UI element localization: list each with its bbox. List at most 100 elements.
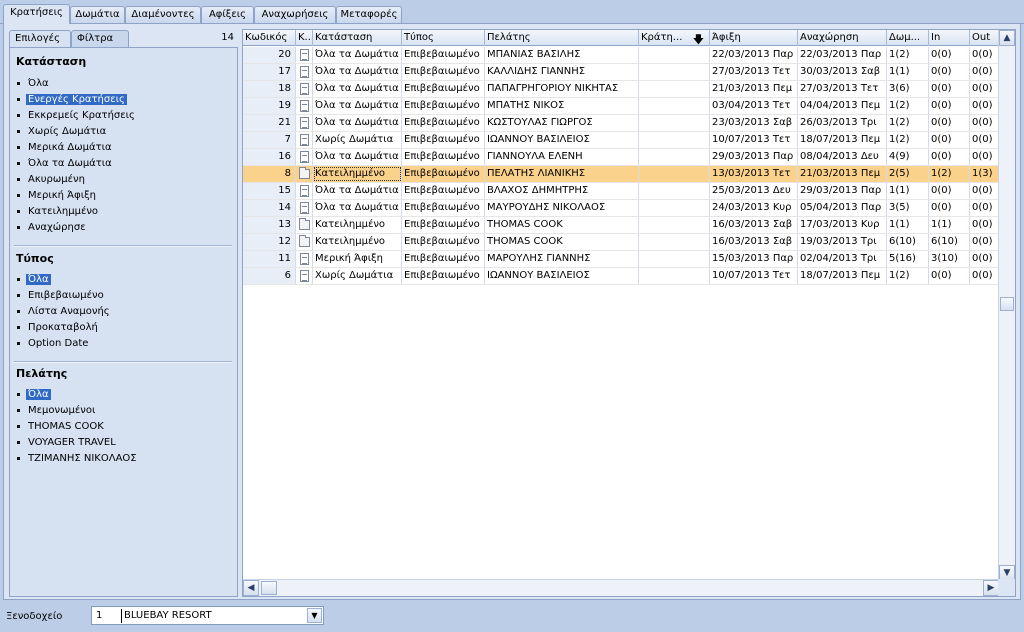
cell-booked[interactable]: [639, 64, 710, 80]
cell-customer[interactable]: ΜΠΑΤΗΣ ΝΙΚΟΣ: [485, 98, 639, 114]
cell-icon[interactable]: [296, 132, 313, 148]
table-row[interactable]: 6 Χωρίς Δωμάτια Επιβεβαιωμένο ΙΩΑΝΝΟΥ ΒΑΣΙΛ…: [243, 268, 999, 285]
table-row[interactable]: 20 Όλα τα Δωμάτια Επιβεβαιωμένο ΜΠΑΝΙΑΣ ΒΑΣ…: [243, 47, 999, 64]
cell-rooms[interactable]: 1(2): [887, 98, 929, 114]
cell-departure[interactable]: 08/04/2013 Δευ: [798, 149, 887, 165]
table-row[interactable]: 16 Όλα τα Δωμάτια Επιβεβαιωμένο ΓΙΑΝΝΟΥΛΑ Ε…: [243, 149, 999, 166]
cell-type[interactable]: Επιβεβαιωμένο: [402, 217, 485, 233]
tab-options[interactable]: Επιλογές: [9, 30, 71, 47]
cell-arrival[interactable]: 21/03/2013 Πεμ: [710, 81, 798, 97]
cell-code[interactable]: 8: [243, 166, 296, 182]
table-row[interactable]: 13 Κατειλημμένο Επιβεβαιωμένο THOMAS COOK 16…: [243, 217, 999, 234]
column-header-code[interactable]: Κωδικός: [243, 30, 296, 46]
customer-option-tzimanis[interactable]: ΤΖΙΜΑΝΗΣ ΝΙΚΟΛΑΟΣ: [16, 451, 139, 465]
cell-rooms[interactable]: 1(1): [887, 64, 929, 80]
status-option-departed[interactable]: Αναχώρησε: [16, 220, 88, 234]
cell-icon[interactable]: [296, 217, 313, 233]
column-header-booked[interactable]: Κράτη... 🡇: [639, 30, 710, 46]
table-row[interactable]: 11 Μερική Άφιξη Επιβεβαιωμένο ΜΑΡΟΥΛΗΣ ΓΙΑΝ…: [243, 251, 999, 268]
chevron-down-icon[interactable]: ▼: [307, 608, 322, 623]
cell-status[interactable]: Όλα τα Δωμάτια: [313, 115, 402, 131]
cell-status[interactable]: Κατειλημμένο: [313, 217, 402, 233]
table-row[interactable]: 19 Όλα τα Δωμάτια Επιβεβαιωμένο ΜΠΑΤΗΣ ΝΙΚΟ…: [243, 98, 999, 115]
tab-rooms[interactable]: Δωμάτια: [70, 6, 125, 23]
column-header-status[interactable]: Κατάσταση: [313, 30, 402, 46]
cell-out[interactable]: 0(0): [970, 217, 999, 233]
cell-rooms[interactable]: 1(2): [887, 47, 929, 63]
cell-out[interactable]: 0(0): [970, 251, 999, 267]
cell-icon[interactable]: [296, 149, 313, 165]
cell-code[interactable]: 19: [243, 98, 296, 114]
cell-status[interactable]: Χωρίς Δωμάτια: [313, 268, 402, 284]
cell-out[interactable]: 0(0): [970, 183, 999, 199]
cell-arrival[interactable]: 27/03/2013 Τετ: [710, 64, 798, 80]
cell-arrival[interactable]: 16/03/2013 Σαβ: [710, 217, 798, 233]
cell-type[interactable]: Επιβεβαιωμένο: [402, 115, 485, 131]
table-row[interactable]: 21 Όλα τα Δωμάτια Επιβεβαιωμένο ΚΩΣΤΟΥΛΑΣ Γ…: [243, 115, 999, 132]
cell-departure[interactable]: 18/07/2013 Πεμ: [798, 132, 887, 148]
cell-type[interactable]: Επιβεβαιωμένο: [402, 81, 485, 97]
cell-customer[interactable]: ΒΛΑΧΟΣ ΔΗΜΗΤΡΗΣ: [485, 183, 639, 199]
vertical-scroll-thumb[interactable]: [1000, 297, 1014, 311]
cell-rooms[interactable]: 6(10): [887, 234, 929, 250]
customer-option-thomas-cook[interactable]: THOMAS COOK: [16, 419, 106, 433]
cell-status[interactable]: Μερική Άφιξη: [313, 251, 402, 267]
cell-code[interactable]: 14: [243, 200, 296, 216]
cell-status[interactable]: Όλα τα Δωμάτια: [313, 149, 402, 165]
cell-rooms[interactable]: 1(2): [887, 115, 929, 131]
scroll-up-icon[interactable]: ▲: [999, 30, 1015, 46]
cell-code[interactable]: 16: [243, 149, 296, 165]
cell-code[interactable]: 15: [243, 183, 296, 199]
cell-type[interactable]: Επιβεβαιωμένο: [402, 166, 485, 182]
cell-arrival[interactable]: 29/03/2013 Παρ: [710, 149, 798, 165]
column-header-arrival[interactable]: Άφιξη: [710, 30, 798, 46]
cell-type[interactable]: Επιβεβαιωμένο: [402, 64, 485, 80]
cell-code[interactable]: 12: [243, 234, 296, 250]
cell-rooms[interactable]: 1(2): [887, 268, 929, 284]
cell-rooms[interactable]: 1(1): [887, 183, 929, 199]
cell-code[interactable]: 17: [243, 64, 296, 80]
cell-arrival[interactable]: 24/03/2013 Κυρ: [710, 200, 798, 216]
cell-code[interactable]: 20: [243, 47, 296, 63]
tab-filters[interactable]: Φίλτρα: [71, 30, 129, 47]
cell-booked[interactable]: [639, 183, 710, 199]
status-option-active[interactable]: Ενεργές Κρατήσεις: [16, 92, 127, 106]
cell-out[interactable]: 0(0): [970, 132, 999, 148]
type-option-waitlist[interactable]: Λίστα Αναμονής: [16, 304, 112, 318]
tab-departures[interactable]: Αναχωρήσεις: [254, 6, 336, 23]
cell-departure[interactable]: 18/07/2013 Πεμ: [798, 268, 887, 284]
cell-booked[interactable]: [639, 200, 710, 216]
tab-transfers[interactable]: Μεταφορές: [336, 6, 402, 23]
cell-arrival[interactable]: 25/03/2013 Δευ: [710, 183, 798, 199]
cell-booked[interactable]: [639, 268, 710, 284]
cell-status[interactable]: Κατειλημμένο: [313, 234, 402, 250]
cell-out[interactable]: 1(3): [970, 166, 999, 182]
cell-arrival[interactable]: 22/03/2013 Παρ: [710, 47, 798, 63]
cell-booked[interactable]: [639, 81, 710, 97]
cell-customer[interactable]: ΠΑΠΑΓΡΗΓΟΡΙΟΥ ΝΙΚΗΤΑΣ: [485, 81, 639, 97]
cell-in[interactable]: 0(0): [929, 132, 970, 148]
cell-booked[interactable]: [639, 217, 710, 233]
table-row[interactable]: 15 Όλα τα Δωμάτια Επιβεβαιωμένο ΒΛΑΧΟΣ ΔΗΜΗ…: [243, 183, 999, 200]
cell-icon[interactable]: [296, 98, 313, 114]
cell-in[interactable]: 0(0): [929, 115, 970, 131]
column-header-type[interactable]: Τύπος: [402, 30, 485, 46]
cell-customer[interactable]: ΙΩΑΝΝΟΥ ΒΑΣΙΛΕΙΟΣ: [485, 132, 639, 148]
horizontal-scroll-thumb[interactable]: [261, 581, 277, 595]
cell-rooms[interactable]: 1(2): [887, 132, 929, 148]
cell-rooms[interactable]: 3(6): [887, 81, 929, 97]
column-header-departure[interactable]: Αναχώρηση: [798, 30, 887, 46]
cell-status[interactable]: Όλα τα Δωμάτια: [313, 47, 402, 63]
cell-booked[interactable]: [639, 132, 710, 148]
status-option-no-rooms[interactable]: Χωρίς Δωμάτια: [16, 124, 108, 138]
table-row[interactable]: 14 Όλα τα Δωμάτια Επιβεβαιωμένο ΜΑΥΡΟΥΔΗΣ Ν…: [243, 200, 999, 217]
cell-booked[interactable]: [639, 115, 710, 131]
status-option-cancelled[interactable]: Ακυρωμένη: [16, 172, 87, 186]
cell-status[interactable]: Όλα τα Δωμάτια: [313, 183, 402, 199]
cell-in[interactable]: 6(10): [929, 234, 970, 250]
cell-out[interactable]: 0(0): [970, 115, 999, 131]
cell-rooms[interactable]: 5(16): [887, 251, 929, 267]
cell-type[interactable]: Επιβεβαιωμένο: [402, 234, 485, 250]
status-option-all[interactable]: Όλα: [16, 76, 51, 90]
cell-booked[interactable]: [639, 166, 710, 182]
